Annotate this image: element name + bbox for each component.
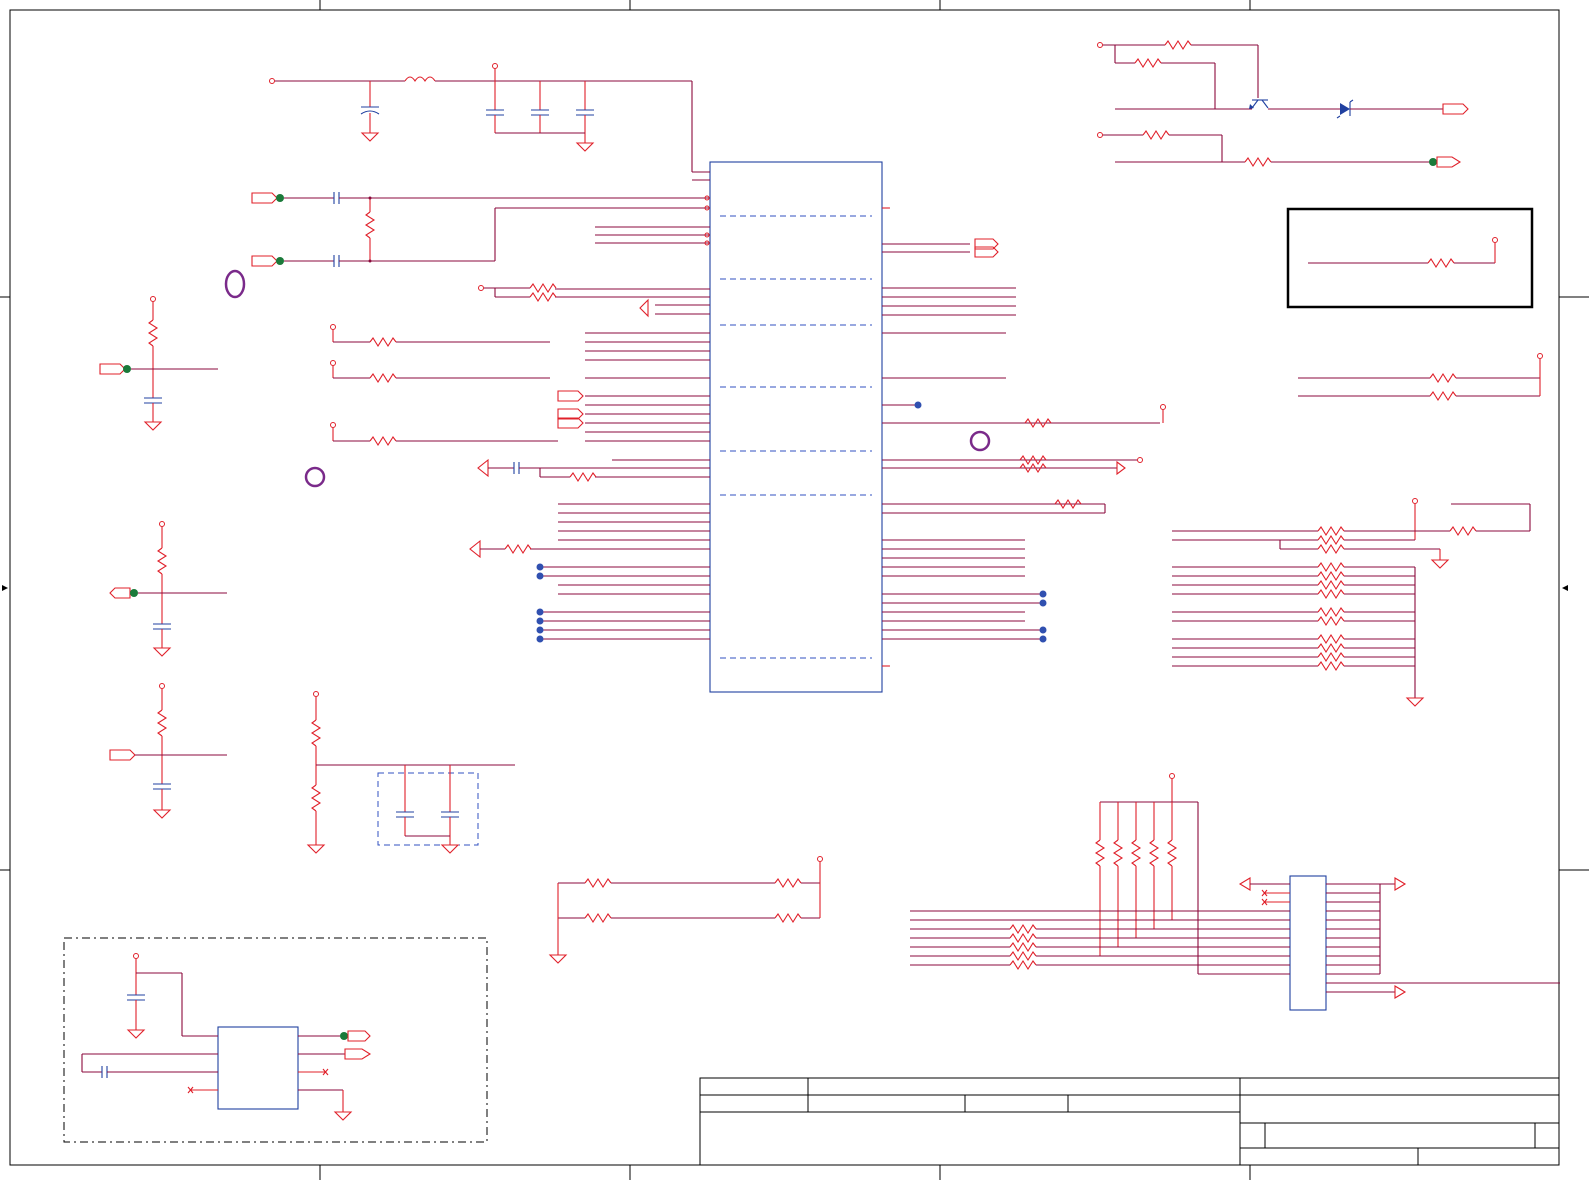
main-ic-left-pins: [530, 171, 710, 640]
pullup-resistors: [330, 282, 649, 559]
oscillator-subcircuit: [63, 937, 488, 1143]
led-driver-circuit: [1097, 39, 1469, 168]
main-ic-right-pins: [882, 207, 1160, 667]
power-filter-network: [269, 63, 710, 181]
strap-circuit-2: [109, 521, 227, 657]
sheet-frame: [0, 0, 1589, 1180]
title-block: [699, 1077, 1560, 1166]
main-ic: [709, 161, 883, 693]
header-connector: [910, 773, 1560, 1011]
pullup-column: [1094, 802, 1178, 956]
resistor-array: [1172, 498, 1531, 707]
series-resistor-pair: [548, 856, 823, 964]
strap-circuit-3: [109, 683, 227, 819]
resistor-array-rows: [1172, 566, 1415, 667]
voltage-divider: [306, 691, 515, 854]
note-box: [1286, 207, 1534, 309]
schematic-sheet: [0, 0, 1589, 1180]
resistor-symbols: [1317, 525, 1345, 672]
strap-circuit-1: [99, 296, 218, 431]
clock-input-network: [251, 192, 710, 267]
